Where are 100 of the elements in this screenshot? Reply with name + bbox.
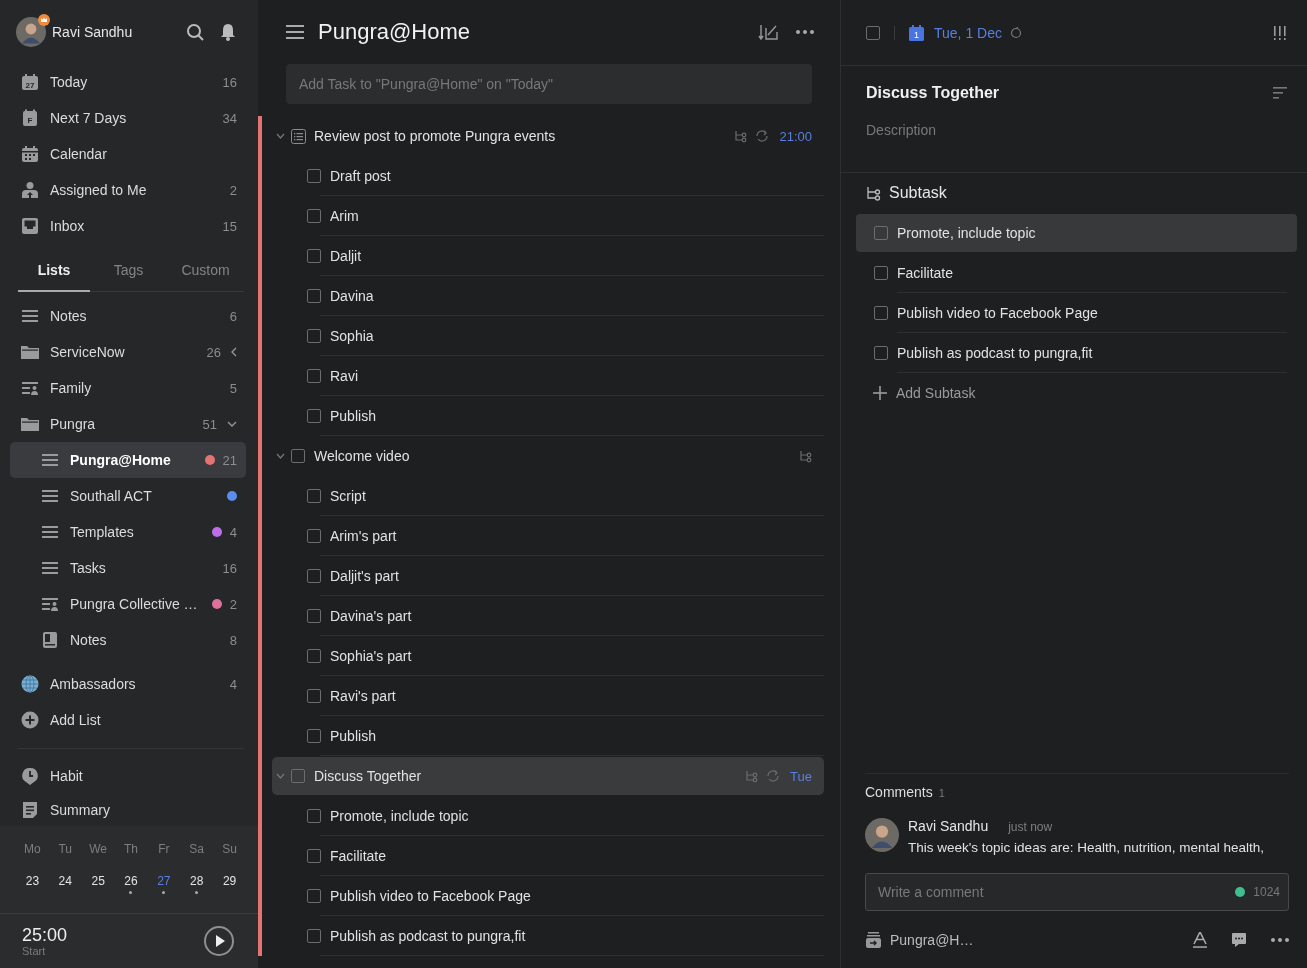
- task-title[interactable]: Publish as podcast to pungra,fit: [330, 927, 526, 944]
- add-subtask-button[interactable]: Add Subtask: [841, 373, 1307, 413]
- subtask-row[interactable]: Publish as podcast to pungra,fit: [856, 334, 1297, 372]
- task-row[interactable]: Welcome video: [272, 437, 824, 475]
- checkbox[interactable]: [307, 808, 321, 823]
- sidebar-item[interactable]: Add List: [10, 702, 246, 738]
- sidebar-item[interactable]: 27 Today 16: [10, 64, 246, 100]
- sidebar-item[interactable]: Templates 4: [10, 514, 246, 550]
- checkbox[interactable]: [307, 368, 321, 383]
- list-icon: [41, 451, 59, 469]
- move-icon: [866, 931, 881, 948]
- checkbox[interactable]: [307, 648, 321, 663]
- checkbox[interactable]: [874, 266, 888, 280]
- due-date: Tue: [790, 768, 812, 784]
- checkbox[interactable]: [866, 25, 880, 40]
- subtask-row[interactable]: Promote, include topic: [856, 214, 1297, 252]
- shared-list-icon: [21, 379, 39, 397]
- task-title[interactable]: Davina: [330, 287, 374, 304]
- calendar-date[interactable]: 28: [190, 874, 204, 888]
- list-icon: [41, 487, 59, 505]
- sidebar-item[interactable]: Assigned to Me 2: [10, 172, 246, 208]
- sidebar-item[interactable]: Summary: [10, 793, 246, 826]
- more-icon: [1271, 937, 1289, 942]
- task-title[interactable]: Daljit's part: [330, 567, 399, 584]
- sidebar-item[interactable]: Southall ACT: [10, 478, 246, 514]
- subtask-row[interactable]: Publish video to Facebook Page: [856, 294, 1297, 332]
- checkbox[interactable]: [307, 688, 321, 703]
- checkbox[interactable]: [307, 208, 321, 223]
- checkbox[interactable]: [874, 226, 888, 240]
- calendar-date[interactable]: 24: [58, 874, 72, 888]
- task-title[interactable]: Publish: [330, 407, 376, 424]
- calendar-date[interactable]: 25: [91, 874, 105, 888]
- task-title[interactable]: Ravi's part: [330, 687, 396, 704]
- calendar-date[interactable]: 26: [124, 874, 138, 888]
- tab[interactable]: Lists: [18, 249, 90, 292]
- checkbox[interactable]: [307, 528, 321, 543]
- plus-icon: [873, 386, 887, 400]
- add-task-field[interactable]: Add Task to "Pungra@Home" on "Today": [286, 64, 812, 104]
- checkbox[interactable]: [291, 769, 305, 783]
- task-title[interactable]: Sophia's part: [330, 647, 412, 664]
- checkbox[interactable]: [307, 728, 321, 743]
- checkbox[interactable]: [874, 346, 888, 360]
- checkbox[interactable]: [307, 928, 321, 943]
- checkbox[interactable]: [307, 168, 321, 183]
- clock-icon: [21, 767, 39, 785]
- task-title[interactable]: Promote, include topic: [330, 807, 469, 824]
- sidebar-item[interactable]: Inbox 15: [10, 208, 246, 244]
- sidebar-item[interactable]: Calendar: [10, 136, 246, 172]
- checkbox[interactable]: [307, 248, 321, 263]
- calendar-date[interactable]: 29: [222, 874, 237, 888]
- task-row[interactable]: Discuss Together Tue: [272, 757, 824, 795]
- sidebar-item[interactable]: Pungra 51: [10, 406, 246, 442]
- checkbox[interactable]: [291, 449, 305, 463]
- sidebar-item[interactable]: Notes 8: [10, 622, 246, 658]
- user-name[interactable]: Ravi Sandhu: [52, 24, 170, 40]
- task-title[interactable]: Arim's part: [330, 527, 397, 544]
- sidebar-item[interactable]: Pungra Collective … 2: [10, 586, 246, 622]
- sidebar-item[interactable]: Family 5: [10, 370, 246, 406]
- task-title[interactable]: Davina's part: [330, 607, 412, 624]
- due-date[interactable]: Tue, 1 Dec: [934, 24, 1002, 41]
- task-row[interactable]: Review post to promote Pungra events 21:00: [272, 117, 824, 155]
- task-title[interactable]: Publish: [330, 727, 376, 744]
- subtask-row[interactable]: Facilitate: [856, 254, 1297, 292]
- sidebar-item[interactable]: Ambassadors 4: [10, 666, 246, 702]
- calendar-date[interactable]: 23: [25, 874, 40, 888]
- sidebar-item[interactable]: F Next 7 Days 34: [10, 100, 246, 136]
- list-name[interactable]: Pungra@H…: [890, 931, 974, 948]
- sidebar-item[interactable]: Notes 6: [10, 298, 246, 334]
- sidebar-item[interactable]: ServiceNow 26: [10, 334, 246, 370]
- sidebar-item[interactable]: Tasks 16: [10, 550, 246, 586]
- play-icon[interactable]: [204, 926, 234, 956]
- subtask-icon: [734, 129, 748, 143]
- checkbox[interactable]: [307, 408, 321, 423]
- tab[interactable]: Custom: [167, 249, 244, 292]
- task-title[interactable]: Arim: [330, 207, 359, 224]
- checkbox[interactable]: [874, 306, 888, 320]
- sort-icon: [758, 23, 778, 41]
- task-title[interactable]: Draft post: [330, 167, 391, 184]
- checkbox[interactable]: [307, 568, 321, 583]
- status-dot: [1235, 887, 1245, 897]
- checkbox[interactable]: [307, 848, 321, 863]
- task-title[interactable]: Script: [330, 487, 366, 504]
- checkbox[interactable]: [307, 488, 321, 503]
- task-title[interactable]: Sophia: [330, 327, 374, 344]
- folder-icon: [21, 343, 39, 361]
- calendar-date[interactable]: 27: [157, 874, 171, 888]
- task-title[interactable]: Discuss Together: [866, 84, 1000, 102]
- checkbox[interactable]: [307, 288, 321, 303]
- sidebar-item[interactable]: Habit: [10, 759, 246, 793]
- task-title[interactable]: Daljit: [330, 247, 362, 264]
- section-heading: Subtask: [889, 184, 947, 202]
- task-title[interactable]: Facilitate: [330, 847, 387, 864]
- description-field[interactable]: Description: [866, 122, 1287, 138]
- sidebar-item[interactable]: Pungra@Home 21: [10, 442, 246, 478]
- checkbox[interactable]: [307, 888, 321, 903]
- task-title[interactable]: Ravi: [330, 367, 358, 384]
- tab[interactable]: Tags: [90, 249, 167, 292]
- checkbox[interactable]: [307, 608, 321, 623]
- checkbox[interactable]: [307, 328, 321, 343]
- task-title[interactable]: Publish video to Facebook Page: [330, 887, 531, 904]
